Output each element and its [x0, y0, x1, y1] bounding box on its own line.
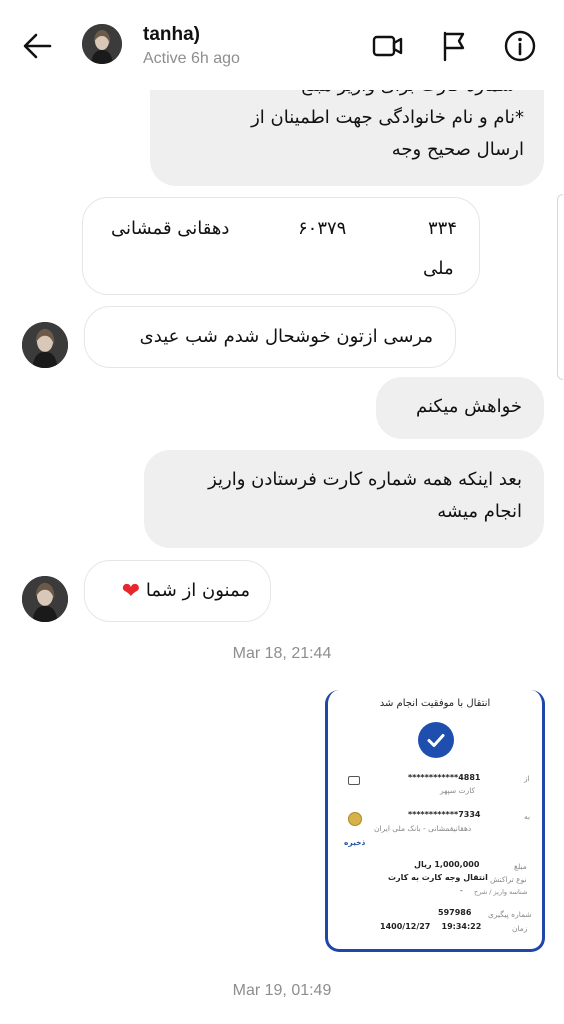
from-label: از: [524, 774, 530, 783]
to-label: به: [524, 812, 531, 821]
receipt-title: انتقال با موفقیت انجام شد: [379, 698, 491, 709]
header-avatar[interactable]: [82, 24, 122, 64]
heart-emoji: ❤: [121, 579, 141, 604]
scrollbar[interactable]: [557, 194, 563, 380]
type-value: انتقال وجه کارت به کارت: [388, 873, 488, 882]
save-link[interactable]: ذخیره: [344, 838, 365, 847]
flag-icon[interactable]: [436, 28, 472, 64]
info-icon[interactable]: [502, 28, 538, 64]
message-line: ارسال صحیح وجه: [391, 139, 524, 160]
card-icon: [348, 776, 360, 785]
desc-label: شناسه واریز / شرح: [474, 888, 528, 896]
active-status: Active 6h ago: [143, 50, 240, 67]
message-line: ملی: [423, 258, 454, 279]
chat-header: tanha) Active 6h ago: [0, 0, 564, 90]
message-line: بعد اینکه همه شماره کارت فرستادن واریز: [208, 469, 522, 490]
received-message[interactable]: ممنون از شما ❤: [84, 560, 271, 622]
bank-logo-icon: [348, 812, 362, 826]
card-number-part: ۶۰۳۷۹: [298, 218, 347, 239]
received-message[interactable]: مرسی ازتون خوشحال شدم شب عیدی: [84, 306, 456, 368]
message-line: انجام میشه: [437, 501, 522, 522]
message-text: خواهش میکنم: [415, 396, 522, 417]
message-line: *نام و نام خانوادگی جهت اطمینان از: [251, 107, 524, 128]
type-label: نوع تراکنش: [490, 875, 527, 884]
tracking-label: شماره پیگیری: [488, 910, 532, 919]
message-text: ممنون از شما: [145, 580, 250, 601]
amount-value: 1,000,000 ریال: [414, 860, 480, 869]
contact-avatar[interactable]: [22, 576, 68, 622]
recipient-name: دهقانی قمشانی: [111, 218, 230, 239]
contact-name[interactable]: tanha): [143, 24, 200, 46]
time-label: زمان: [512, 924, 528, 933]
receipt-image[interactable]: انتقال با موفقیت انجام شد از ***********…: [325, 690, 545, 952]
from-bank: کارت سپهر: [440, 786, 476, 795]
message-content: ممنون از شما ❤: [105, 575, 250, 608]
to-card: ************7334: [408, 810, 481, 819]
desc-value: -: [460, 886, 463, 895]
to-name: دهقانیقمشانی - بانک ملی ایران: [374, 824, 472, 833]
video-call-icon[interactable]: [370, 28, 406, 64]
from-card: ************4881: [408, 773, 481, 782]
card-number-part: ۳۳۴: [428, 218, 458, 239]
received-message-card-number[interactable]: ۳۳۴ ۶۰۳۷۹ دهقانی قمشانی ملی: [82, 197, 480, 295]
timestamp: Mar 19, 01:49: [232, 982, 332, 999]
checkmark-icon: [418, 722, 454, 758]
sent-message[interactable]: بعد اینکه همه شماره کارت فرستادن واریز ا…: [144, 450, 544, 548]
back-arrow-icon[interactable]: [20, 28, 56, 64]
timestamp: Mar 18, 21:44: [232, 645, 332, 662]
time-value: 1400/12/27 19:34:22: [380, 922, 482, 931]
contact-avatar[interactable]: [22, 322, 68, 368]
sent-message[interactable]: خواهش میکنم: [376, 377, 544, 439]
message-text: مرسی ازتون خوشحال شدم شب عیدی: [139, 326, 433, 347]
tracking-value: 597986: [438, 908, 472, 917]
amount-label: مبلغ: [514, 862, 527, 871]
